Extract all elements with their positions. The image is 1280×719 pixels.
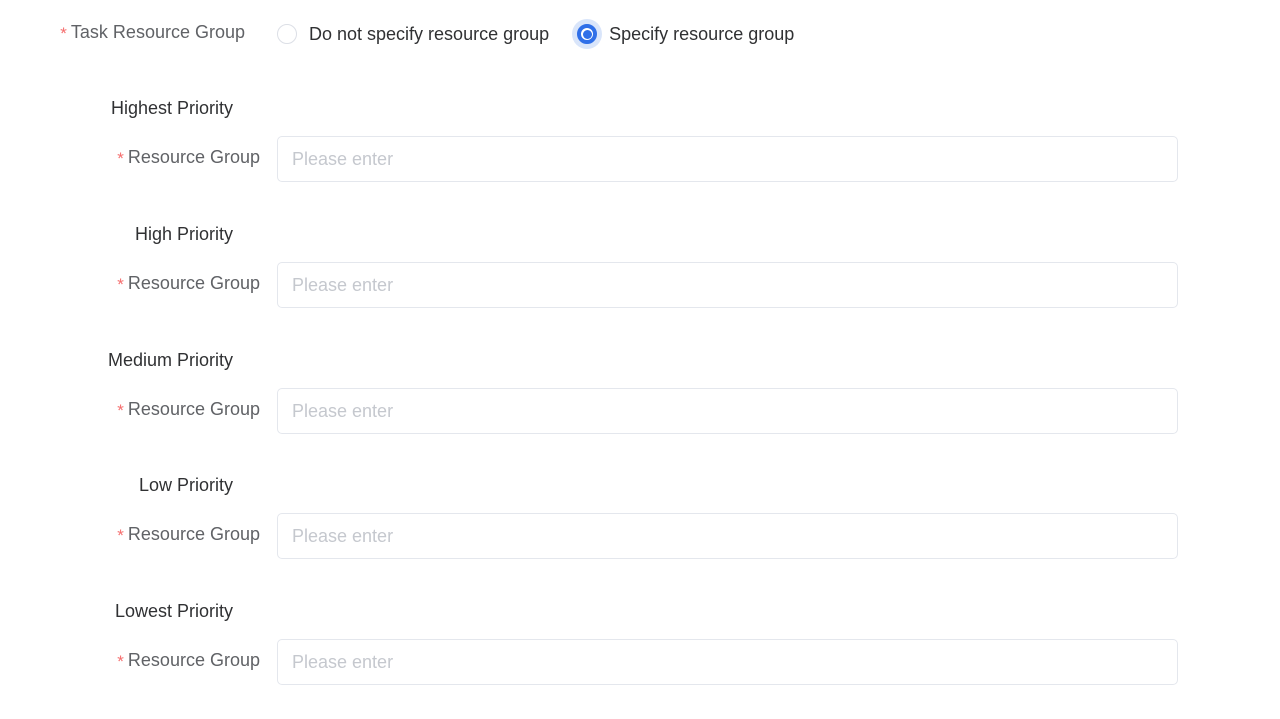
resource-group-label: *Resource Group: [0, 273, 260, 294]
resource-group-input[interactable]: [277, 513, 1178, 559]
resource-group-row: *Resource Group: [0, 262, 1280, 308]
resource-group-label: *Resource Group: [0, 524, 260, 545]
radio-option-label: Specify resource group: [609, 24, 794, 45]
priority-title: High Priority: [0, 224, 233, 245]
resource-group-row: *Resource Group: [0, 639, 1280, 685]
priority-title: Low Priority: [0, 475, 233, 496]
task-resource-group-label: *Task Resource Group: [0, 22, 245, 43]
resource-group-input[interactable]: [277, 136, 1178, 182]
radio-option-do-not-specify[interactable]: Do not specify resource group: [277, 20, 549, 48]
priority-title: Medium Priority: [0, 350, 233, 371]
radio-option-specify[interactable]: Specify resource group: [577, 20, 794, 48]
resource-group-row: *Resource Group: [0, 513, 1280, 559]
radio-option-label: Do not specify resource group: [309, 24, 549, 45]
required-asterisk-icon: *: [60, 24, 67, 43]
required-asterisk-icon: *: [117, 401, 124, 420]
required-asterisk-icon: *: [117, 149, 124, 168]
required-asterisk-icon: *: [117, 275, 124, 294]
resource-group-row: *Resource Group: [0, 136, 1280, 182]
radio-checked-icon[interactable]: [577, 24, 597, 44]
resource-group-form-page: *Task Resource Group Do not specify reso…: [0, 0, 1280, 719]
required-asterisk-icon: *: [117, 652, 124, 671]
required-asterisk-icon: *: [117, 526, 124, 545]
resource-group-input[interactable]: [277, 262, 1178, 308]
resource-group-label: *Resource Group: [0, 650, 260, 671]
priority-title: Highest Priority: [0, 98, 233, 119]
radio-unchecked-icon[interactable]: [277, 24, 297, 44]
resource-group-label: *Resource Group: [0, 399, 260, 420]
priority-title: Lowest Priority: [0, 601, 233, 622]
resource-group-row: *Resource Group: [0, 388, 1280, 434]
resource-group-input[interactable]: [277, 639, 1178, 685]
resource-group-input[interactable]: [277, 388, 1178, 434]
resource-group-label: *Resource Group: [0, 147, 260, 168]
task-resource-group-radio-group[interactable]: Do not specify resource group Specify re…: [277, 20, 794, 48]
